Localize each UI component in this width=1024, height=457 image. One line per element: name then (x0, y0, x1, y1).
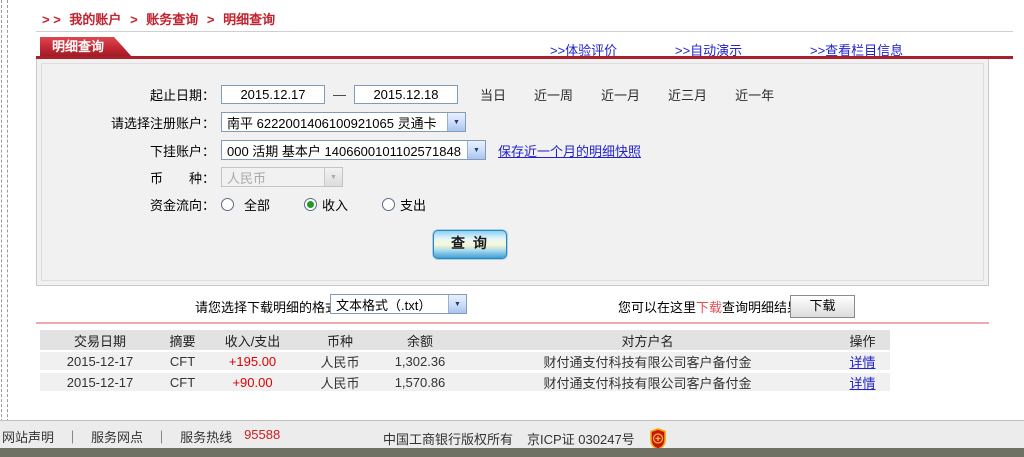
currency-row: 币 种： 人民币 ▼ (43, 166, 982, 188)
bottom-dark-bar (0, 448, 1024, 457)
register-account-select[interactable]: 南平 6222001406100921065 灵通卡 ▼ (221, 112, 466, 132)
shortcut-last-year[interactable]: 近一年 (735, 85, 774, 104)
currency-select: 人民币 ▼ (221, 167, 343, 187)
breadcrumb-my-account[interactable]: 我的账户 (69, 12, 121, 27)
breadcrumb-prefix: > > (42, 12, 61, 27)
download-hint-download: 下载 (696, 300, 722, 315)
query-button[interactable]: 查 询 (433, 230, 507, 259)
currency-value: 人民币 (222, 168, 271, 187)
date-range-label: 起止日期： (43, 85, 215, 104)
header-counterparty: 对方户名 (460, 331, 835, 350)
sub-account-select[interactable]: 000 活期 基本户 1406600101102571848 ▼ (221, 140, 486, 160)
shortcut-today[interactable]: 当日 (480, 85, 506, 104)
breadcrumb-separator: > (130, 12, 138, 27)
flow-expense-label[interactable]: 支出 (400, 195, 426, 214)
header-action: 操作 (835, 331, 890, 350)
detail-link[interactable]: 详情 (835, 373, 890, 392)
fund-flow-label: 资金流向： (43, 195, 215, 214)
cell-balance: 1,570.86 (380, 375, 460, 390)
date-from-input[interactable] (221, 85, 325, 104)
table-row: 2015-12-17 CFT +195.00 人民币 1,302.36 财付通支… (40, 352, 890, 370)
cell-amount: +195.00 (205, 354, 300, 369)
icp-license: 京ICP证 030247号 (527, 429, 635, 448)
chevron-down-icon[interactable]: ▼ (467, 141, 485, 159)
query-form-panel: 起止日期： — 当日 近一周 近一月 近三月 近一年 请选择注册账户： 南平 6… (36, 59, 989, 286)
cell-date: 2015-12-17 (40, 375, 160, 390)
cell-currency: 人民币 (300, 373, 380, 392)
register-account-label: 请选择注册账户： (43, 113, 215, 132)
register-account-value: 南平 6222001406100921065 灵通卡 (222, 113, 442, 132)
flow-all-label[interactable]: 全部 (244, 195, 270, 214)
security-shield-icon (649, 428, 667, 450)
footer: 网站声明 ｜ 服务网点 ｜ 服务热线 95588 中国工商银行版权所有 京ICP… (0, 420, 1024, 448)
header-balance: 余额 (380, 331, 460, 350)
breadcrumb: > > 我的账户 > 账务查询 > 明细查询 (40, 9, 278, 28)
download-row: 请您选择下载明细的格式 文本格式（.txt） ▼ 您可以在这里下载查询明细结果 … (36, 292, 989, 318)
cell-amount: +90.00 (205, 375, 300, 390)
download-hint-prefix: 您可以在这里 (618, 300, 696, 315)
download-format-select[interactable]: 文本格式（.txt） ▼ (330, 294, 467, 314)
breadcrumb-separator: > (207, 12, 215, 27)
header-summary: 摘要 (160, 331, 205, 350)
hotline-label: 服务热线 (180, 427, 232, 446)
site-statement-link[interactable]: 网站声明 (2, 427, 54, 446)
download-hint: 您可以在这里下载查询明细结果 (618, 297, 800, 316)
flow-income-label[interactable]: 收入 (322, 195, 348, 214)
cell-counterparty: 财付通支付科技有限公司客户备付金 (460, 352, 835, 371)
footer-copyright-group: 中国工商银行版权所有 京ICP证 030247号 (383, 427, 667, 449)
flow-income-radio[interactable] (304, 198, 317, 211)
tab-detail-query[interactable]: 明细查询 (40, 37, 132, 57)
sub-account-label: 下挂账户： (43, 141, 215, 160)
cell-summary: CFT (160, 375, 205, 390)
shortcut-last-month[interactable]: 近一月 (601, 85, 640, 104)
footer-links: 网站声明 ｜ 服务网点 ｜ 服务热线 95588 (2, 427, 280, 446)
service-outlets-link[interactable]: 服务网点 (91, 427, 143, 446)
register-account-row: 请选择注册账户： 南平 6222001406100921065 灵通卡 ▼ (43, 111, 982, 133)
download-button[interactable]: 下载 (790, 295, 855, 318)
header-currency: 币种 (300, 331, 380, 350)
save-monthly-snapshot-link[interactable]: 保存近一个月的明细快照 (498, 141, 641, 160)
chevron-down-icon[interactable]: ▼ (447, 113, 465, 131)
hotline-number: 95588 (244, 427, 280, 446)
breadcrumb-divider (36, 31, 1013, 32)
download-hint-suffix: 查询明细结果 (722, 300, 800, 315)
table-header-row: 交易日期 摘要 收入/支出 币种 余额 对方户名 操作 (40, 330, 890, 350)
header-transaction-date: 交易日期 (40, 331, 160, 350)
icbc-detail-query-page: > > 我的账户 > 账务查询 > 明细查询 明细查询 >>体验评价 >>自动演… (0, 0, 1024, 457)
copyright-text: 中国工商银行版权所有 (383, 429, 513, 448)
footer-separator: ｜ (66, 427, 79, 446)
header-income-expense: 收入/支出 (205, 331, 300, 350)
date-dash: — (333, 87, 346, 102)
breadcrumb-detail-query: 明细查询 (223, 12, 275, 27)
cell-counterparty: 财付通支付科技有限公司客户备付金 (460, 373, 835, 392)
cell-summary: CFT (160, 354, 205, 369)
cell-date: 2015-12-17 (40, 354, 160, 369)
fund-flow-row: 资金流向： 全部 收入 支出 (43, 193, 982, 215)
cell-balance: 1,302.36 (380, 354, 460, 369)
table-row: 2015-12-17 CFT +90.00 人民币 1,570.86 财付通支付… (40, 373, 890, 391)
chevron-down-icon: ▼ (324, 168, 342, 186)
download-format-label: 请您选择下载明细的格式 (195, 297, 338, 316)
shortcut-last-week[interactable]: 近一周 (534, 85, 573, 104)
breadcrumb-account-query[interactable]: 账务查询 (146, 12, 198, 27)
detail-link[interactable]: 详情 (835, 352, 890, 371)
transactions-table: 交易日期 摘要 收入/支出 币种 余额 对方户名 操作 2015-12-17 C… (40, 330, 890, 394)
flow-expense-radio[interactable] (382, 198, 395, 211)
date-range-row: 起止日期： — 当日 近一周 近一月 近三月 近一年 (43, 83, 982, 105)
table-top-divider (36, 322, 989, 324)
date-to-input[interactable] (354, 85, 458, 104)
flow-all-radio[interactable] (221, 198, 234, 211)
date-shortcuts: 当日 近一周 近一月 近三月 近一年 (480, 85, 774, 104)
chevron-down-icon[interactable]: ▼ (448, 295, 466, 313)
currency-label: 币 种： (43, 168, 215, 187)
footer-separator: ｜ (155, 427, 168, 446)
cell-currency: 人民币 (300, 352, 380, 371)
left-dashed-strip (1, 0, 8, 447)
download-format-value: 文本格式（.txt） (331, 295, 436, 314)
sub-account-row: 下挂账户： 000 活期 基本户 1406600101102571848 ▼ 保… (43, 139, 982, 161)
shortcut-last-3-months[interactable]: 近三月 (668, 85, 707, 104)
sub-account-value: 000 活期 基本户 1406600101102571848 (222, 141, 466, 160)
